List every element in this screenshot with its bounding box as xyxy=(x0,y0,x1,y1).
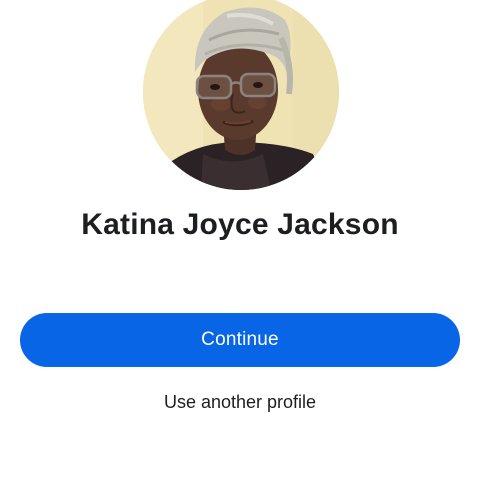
profile-photo xyxy=(143,0,339,190)
profile-name: Katina Joyce Jackson xyxy=(81,208,399,241)
account-picker-screen: Katina Joyce Jackson Continue Use anothe… xyxy=(0,0,480,480)
use-another-profile-link[interactable]: Use another profile xyxy=(0,392,480,413)
continue-button[interactable]: Continue xyxy=(20,313,460,367)
profile-avatar xyxy=(143,0,339,190)
